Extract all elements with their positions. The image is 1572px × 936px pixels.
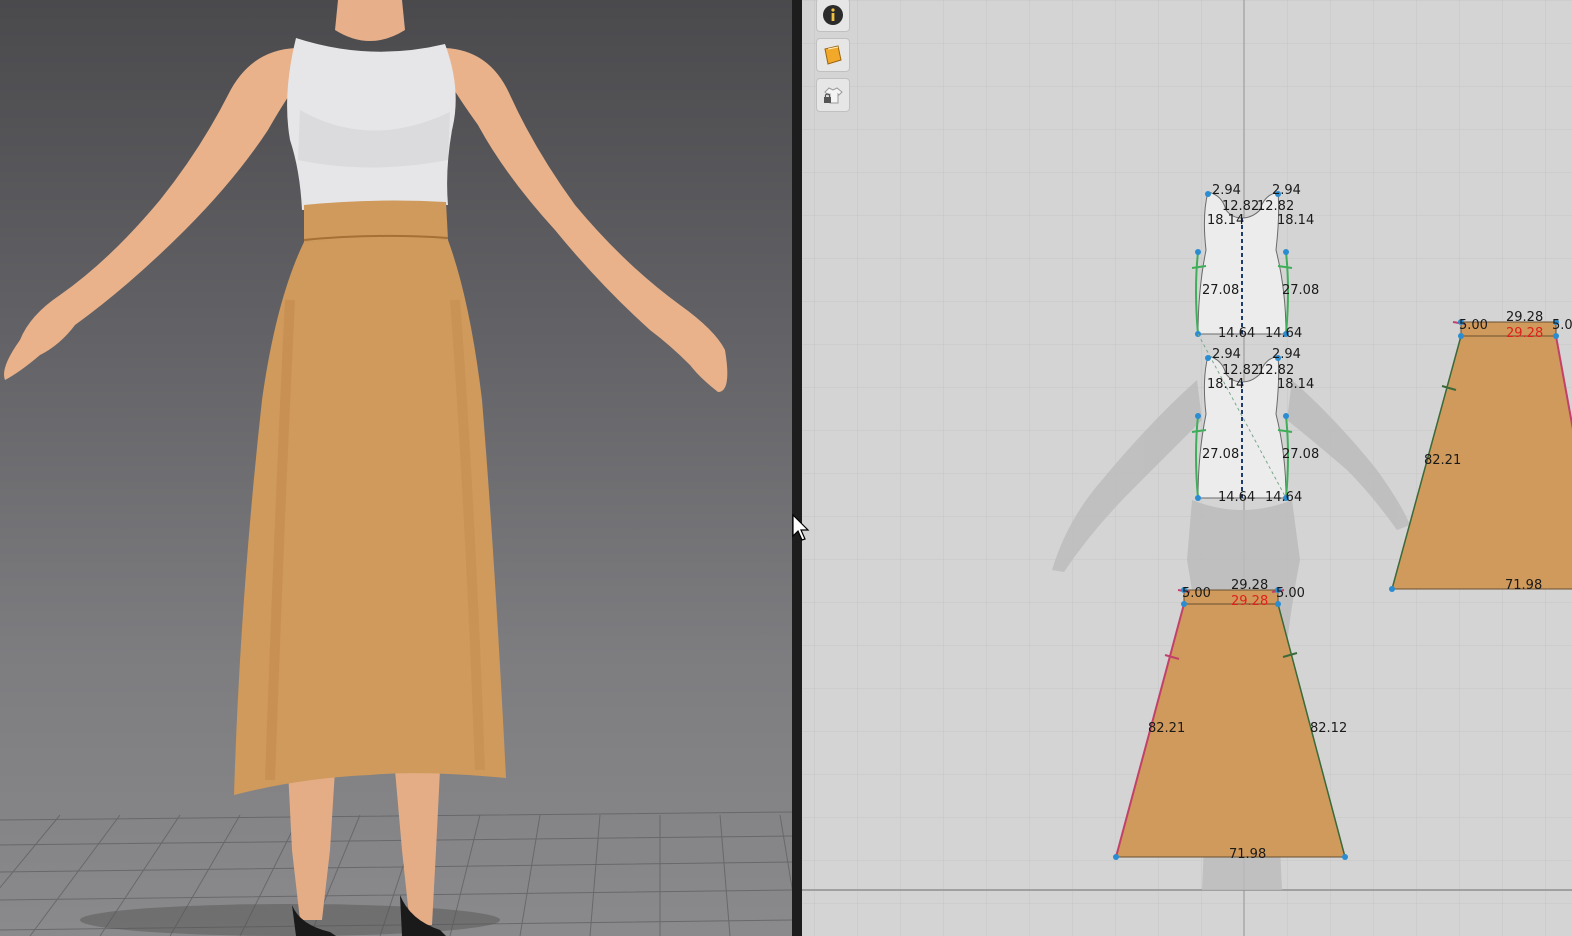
fabric-swatch-icon <box>824 45 842 65</box>
3d-scene <box>0 0 792 936</box>
measure-side-left: 82.21 <box>1148 721 1185 736</box>
measure-side-right: 82.12 <box>1310 721 1347 736</box>
measure-side-right: 27.08 <box>1282 447 1319 462</box>
measure-armhole-right: 18.14 <box>1277 213 1314 228</box>
measure-side-left: 82.21 <box>1424 453 1461 468</box>
pattern-canvas[interactable]: 2.94 2.94 12.82 12.82 18.14 18.14 27.08 … <box>802 0 1572 936</box>
2d-pattern-viewport[interactable]: 2.94 2.94 12.82 12.82 18.14 18.14 27.08 … <box>802 0 1572 936</box>
fabric-button[interactable] <box>816 38 850 72</box>
measure-hem-right: 14.64 <box>1265 326 1302 341</box>
measure-band-left: 5.00 <box>1459 318 1488 333</box>
info-icon <box>823 5 843 25</box>
garment-lock-button[interactable] <box>816 78 850 112</box>
measure-band-left: 5.00 <box>1182 586 1211 601</box>
measure-neck-left: 12.82 <box>1222 363 1259 378</box>
measure-waist-top: 29.28 <box>1506 310 1543 325</box>
measure-side-left: 27.08 <box>1202 447 1239 462</box>
measure-neck-right: 12.82 <box>1257 363 1294 378</box>
measure-shoulder-left: 2.94 <box>1212 347 1241 362</box>
garment-lock-icon <box>824 87 843 104</box>
measure-waist-inner: 29.28 <box>1506 326 1543 341</box>
measure-waist-top: 29.28 <box>1231 578 1268 593</box>
3d-viewport[interactable] <box>0 0 792 936</box>
measure-side-right: 27.08 <box>1282 283 1319 298</box>
measure-armhole-left: 18.14 <box>1207 377 1244 392</box>
measure-hem: 71.98 <box>1229 847 1266 862</box>
measure-shoulder-right: 2.94 <box>1272 347 1301 362</box>
avatar-legs <box>288 770 440 925</box>
avatar-model <box>4 0 728 936</box>
measure-hem-left: 14.64 <box>1218 490 1255 505</box>
measure-side-left: 27.08 <box>1202 283 1239 298</box>
measure-hem-left: 14.64 <box>1218 326 1255 341</box>
measure-armhole-left: 18.14 <box>1207 213 1244 228</box>
measure-armhole-right: 18.14 <box>1277 377 1314 392</box>
measure-shoulder-left: 2.94 <box>1212 183 1241 198</box>
measure-band-right: 5.00 <box>1276 586 1305 601</box>
measure-waist-inner: 29.28 <box>1231 594 1268 609</box>
avatar-left-arm <box>4 48 300 380</box>
measure-band-right: 5.0 <box>1552 318 1572 333</box>
measure-hem-right: 14.64 <box>1265 490 1302 505</box>
mouse-cursor-icon <box>792 514 810 541</box>
viewport-splitter[interactable] <box>792 0 802 936</box>
avatar-right-arm <box>445 48 728 392</box>
info-button[interactable] <box>816 0 850 32</box>
measure-neck-right: 12.82 <box>1257 199 1294 214</box>
measure-neck-left: 12.82 <box>1222 199 1259 214</box>
measure-hem: 71.98 <box>1505 578 1542 593</box>
measure-shoulder-right: 2.94 <box>1272 183 1301 198</box>
